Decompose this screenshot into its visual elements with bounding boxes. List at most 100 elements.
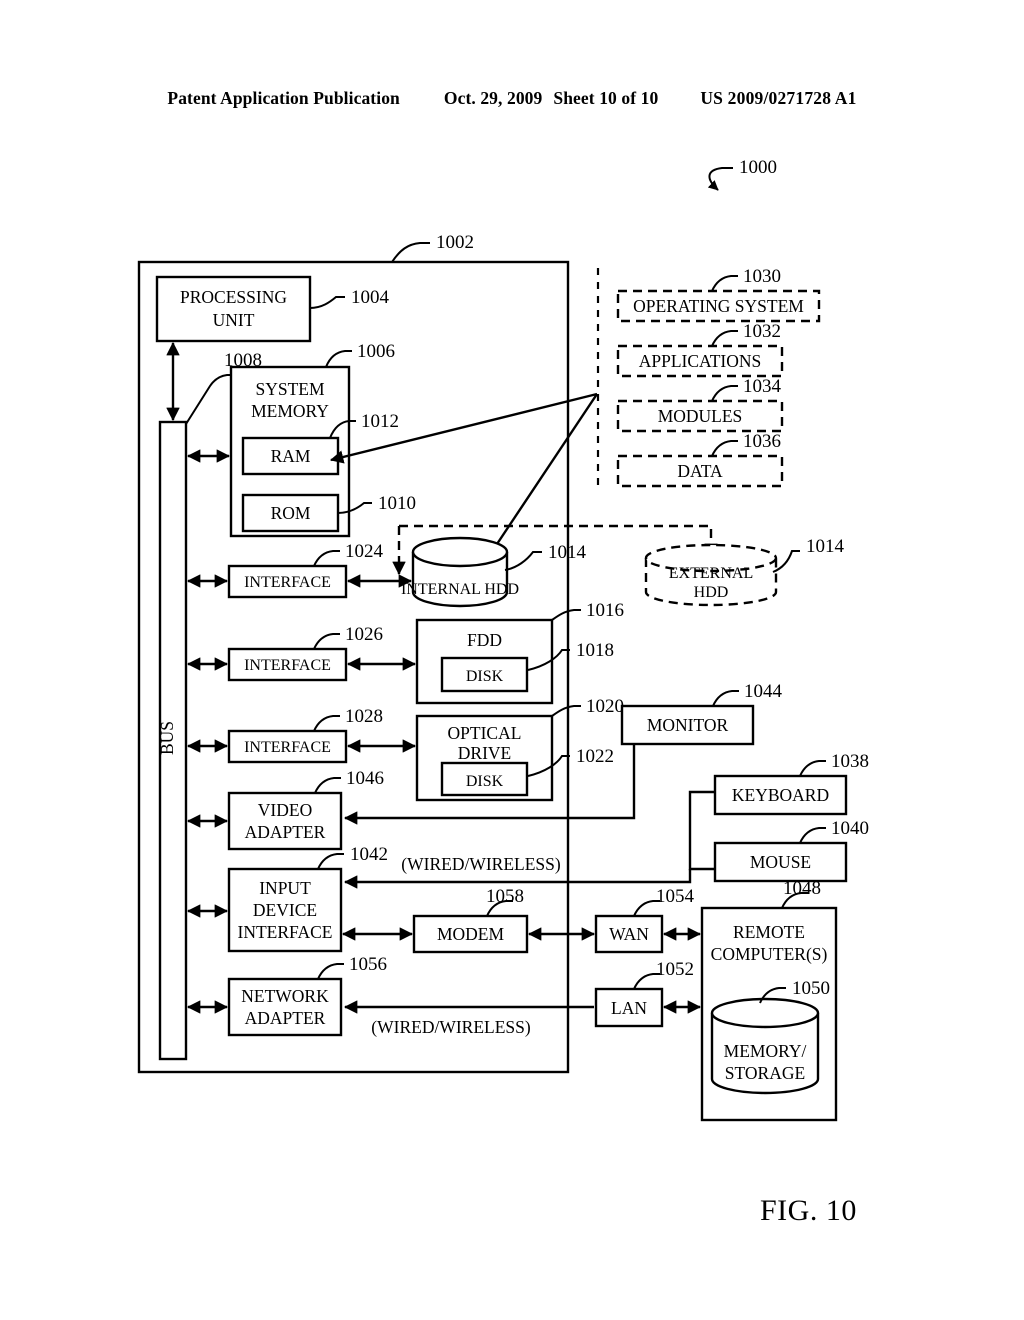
optical-drive-label-line2: DRIVE — [458, 743, 511, 763]
ref-number-1052: 1052 — [656, 959, 694, 980]
external-hdd-label-line2: HDD — [694, 584, 729, 601]
ref-callout-1002: 1002 — [391, 232, 474, 263]
block-remote-computers: REMOTE COMPUTER(S) 1048 MEMORY/ STORAGE … — [700, 878, 838, 1122]
ref-callout-system-1000: 1000 — [707, 157, 777, 191]
block-modules: MODULES 1034 — [616, 376, 784, 433]
block-external-hdd: EXTERNAL HDD 1014 — [644, 536, 845, 607]
block-rom: ROM 1010 — [241, 493, 416, 533]
ref-number-1058: 1058 — [486, 886, 524, 907]
block-data: DATA 1036 — [616, 431, 784, 488]
network-adapter-label-line2: ADAPTER — [245, 1008, 326, 1028]
ref-number-1056: 1056 — [349, 954, 387, 975]
ref-number-1028: 1028 — [345, 706, 383, 727]
optical-drive-label-line1: OPTICAL — [448, 723, 522, 743]
remote-computers-label-line2: COMPUTER(S) — [711, 944, 828, 964]
data-label: DATA — [677, 461, 723, 481]
ref-number-1050: 1050 — [792, 978, 830, 999]
block-interface-fdd: INTERFACE 1026 — [227, 624, 383, 682]
modem-label: MODEM — [437, 924, 505, 944]
processing-unit-label-line1: PROCESSING — [180, 287, 287, 307]
system-memory-label-line1: SYSTEM — [255, 379, 324, 399]
ref-number-1036: 1036 — [743, 431, 781, 452]
block-processing-unit: PROCESSING UNIT 1004 — [155, 275, 390, 343]
memory-storage-label-line1: MEMORY/ — [724, 1041, 807, 1061]
input-device-interface-label-line3: INTERFACE — [238, 922, 333, 942]
ref-number-1018: 1018 — [576, 640, 614, 661]
block-video-adapter: VIDEO ADAPTER 1046 — [227, 768, 384, 851]
keyboard-label: KEYBOARD — [732, 785, 829, 805]
connector-keyboard-mouse-junction — [688, 790, 715, 871]
memory-storage-cylinder-top — [710, 997, 820, 1029]
block-keyboard: KEYBOARD 1038 — [713, 751, 869, 816]
processing-unit-label-line2: UNIT — [213, 310, 255, 330]
interface-optical-label: INTERFACE — [244, 739, 331, 756]
ref-number-1020: 1020 — [586, 696, 624, 717]
rom-label: ROM — [271, 503, 311, 523]
ref-number-1010: 1010 — [378, 493, 416, 514]
operating-system-label: OPERATING SYSTEM — [633, 296, 804, 316]
external-hdd-label-line1: EXTERNAL — [669, 565, 753, 582]
ref-number-1042: 1042 — [350, 844, 388, 865]
block-applications: APPLICATIONS 1032 — [616, 321, 784, 378]
ref-number-1032: 1032 — [743, 321, 781, 342]
block-monitor: MONITOR 1044 — [620, 681, 783, 746]
interface-hdd-label: INTERFACE — [244, 574, 331, 591]
interface-fdd-label: INTERFACE — [244, 657, 331, 674]
block-fdd: FDD DISK 1016 1018 — [415, 600, 624, 705]
ref-number-1040: 1040 — [831, 818, 869, 839]
ref-number-1034: 1034 — [743, 376, 782, 397]
ref-number-1000: 1000 — [739, 157, 777, 178]
block-interface-hdd: INTERFACE 1024 — [227, 541, 384, 599]
fdd-label: FDD — [467, 630, 502, 650]
ref-number-1006: 1006 — [357, 341, 395, 362]
ref-number-1026: 1026 — [345, 624, 383, 645]
block-operating-system: OPERATING SYSTEM 1030 — [616, 266, 821, 323]
block-wan: WAN 1054 — [594, 886, 695, 954]
block-modem: MODEM 1058 — [412, 886, 529, 954]
modules-label: MODULES — [658, 406, 743, 426]
optical-disk-label: DISK — [466, 773, 504, 790]
ref-number-1014-internal: 1014 — [548, 542, 587, 563]
ref-number-1012: 1012 — [361, 411, 399, 432]
ref-number-1044: 1044 — [744, 681, 783, 702]
ref-number-1046: 1046 — [346, 768, 384, 789]
memory-storage-label-line2: STORAGE — [725, 1063, 805, 1083]
ref-number-1016: 1016 — [586, 600, 624, 621]
fdd-disk-label: DISK — [466, 668, 504, 685]
remote-computers-label-line1: REMOTE — [733, 922, 805, 942]
monitor-label: MONITOR — [647, 715, 729, 735]
internal-hdd-label: INTERNAL HDD — [401, 581, 519, 598]
input-device-interface-label-line2: DEVICE — [253, 900, 317, 920]
ref-number-1004: 1004 — [351, 287, 390, 308]
block-optical-drive: OPTICAL DRIVE DISK 1020 1022 — [415, 696, 624, 802]
wired-wireless-input-label: (WIRED/WIRELESS) — [401, 854, 561, 874]
input-device-interface-label-line1: INPUT — [259, 878, 311, 898]
ref-number-1030: 1030 — [743, 266, 781, 287]
ref-number-1038: 1038 — [831, 751, 869, 772]
video-adapter-label-line1: VIDEO — [258, 800, 312, 820]
applications-label: APPLICATIONS — [639, 351, 762, 371]
mouse-label: MOUSE — [750, 852, 811, 872]
system-memory-label-line2: MEMORY — [251, 401, 329, 421]
wired-wireless-network-label: (WIRED/WIRELESS) — [371, 1017, 531, 1037]
bus-label: BUS — [157, 721, 177, 755]
network-adapter-label-line1: NETWORK — [241, 986, 329, 1006]
internal-hdd-cylinder-top — [411, 536, 509, 568]
ref-number-1048: 1048 — [783, 878, 821, 899]
system-block-diagram: 1000 1002 PROCESSING UNIT 1004 BUS 1008 … — [137, 157, 869, 1122]
ram-label: RAM — [271, 446, 311, 466]
connector-software-to-internal-hdd — [488, 393, 598, 557]
block-network-adapter: NETWORK ADAPTER 1056 — [227, 954, 387, 1037]
ref-number-1024: 1024 — [345, 541, 384, 562]
lan-label: LAN — [611, 998, 647, 1018]
ref-number-1054: 1054 — [656, 886, 695, 907]
block-interface-optical: INTERFACE 1028 — [227, 706, 383, 764]
ref-number-1014-external: 1014 — [806, 536, 845, 557]
ref-number-1022: 1022 — [576, 746, 614, 767]
block-mouse: MOUSE 1040 — [713, 818, 869, 883]
ref-number-1002: 1002 — [436, 232, 474, 253]
block-lan: LAN 1052 — [594, 959, 694, 1028]
wan-label: WAN — [609, 924, 649, 944]
video-adapter-label-line2: ADAPTER — [245, 822, 326, 842]
block-internal-hdd: INTERNAL HDD 1014 — [401, 536, 587, 608]
